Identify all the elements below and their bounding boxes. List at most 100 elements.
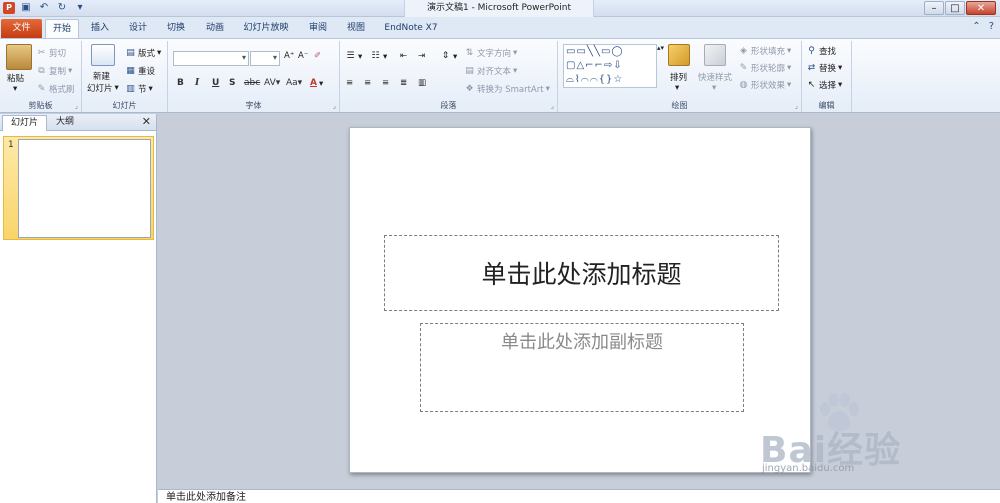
quick-styles-icon[interactable] xyxy=(704,44,726,66)
tab-review[interactable]: 审阅 xyxy=(302,19,334,38)
clipboard-launcher-icon[interactable]: ⌟ xyxy=(75,102,78,110)
strikethrough-button[interactable]: abc xyxy=(244,78,260,88)
change-case-button[interactable]: Aa▾ xyxy=(286,78,302,88)
format-painter-button[interactable]: ✎ 格式刷 xyxy=(36,83,75,96)
customize-qat-icon[interactable]: ▾ xyxy=(74,2,86,14)
tab-slideshow[interactable]: 幻灯片放映 xyxy=(238,19,294,38)
tab-home[interactable]: 开始 xyxy=(45,19,79,38)
font-launcher-icon[interactable]: ⌟ xyxy=(333,102,336,110)
paragraph-launcher-icon[interactable]: ⌟ xyxy=(551,102,554,110)
tab-transitions[interactable]: 切换 xyxy=(160,19,192,38)
redo-icon[interactable]: ↻ xyxy=(56,2,68,14)
tab-outline-panel[interactable]: 大纲 xyxy=(48,115,82,131)
group-editing: ⚲ 查找 ⇄ 替换 ▾ ↖ 选择 ▾ 编辑 xyxy=(802,41,852,112)
convert-smartart-button[interactable]: ❖ 转换为 SmartArt ▾ xyxy=(464,83,549,96)
justify-icon[interactable]: ≣ xyxy=(400,78,407,88)
undo-icon[interactable]: ↶ xyxy=(38,2,50,14)
shapes-gallery-more[interactable]: ▴▾ xyxy=(657,44,664,52)
italic-button[interactable]: I xyxy=(195,78,199,88)
quick-access-toolbar: ▣ ↶ ↻ ▾ xyxy=(20,2,86,14)
slide-thumbnail-row[interactable]: 1 xyxy=(3,136,154,240)
title-placeholder[interactable]: 单击此处添加标题 xyxy=(384,235,779,311)
layout-button[interactable]: ▤ 版式 ▾ xyxy=(125,47,161,60)
copy-button[interactable]: ⧉ 复制 ▾ xyxy=(36,65,72,78)
paste-button[interactable]: 粘贴 xyxy=(7,72,24,84)
tab-slides-panel[interactable]: 幻灯片 xyxy=(2,115,48,131)
slide-thumbnail[interactable] xyxy=(18,139,151,238)
notes-pane[interactable]: 单击此处添加备注 xyxy=(158,489,1000,503)
binoculars-icon: ⚲ xyxy=(808,45,815,56)
numbering-icon: ☷ xyxy=(371,51,380,61)
window-controls: – □ ✕ xyxy=(924,1,996,15)
grow-font-icon[interactable]: A⁺ xyxy=(284,51,294,61)
shadow-button[interactable]: S xyxy=(229,78,235,88)
close-button[interactable]: ✕ xyxy=(966,1,996,15)
bullets-icon: ☰ xyxy=(346,51,355,61)
bullets-button[interactable]: ☰ ▾ xyxy=(345,51,362,62)
replace-button[interactable]: ⇄ 替换 ▾ xyxy=(806,62,843,75)
font-color-dropdown[interactable]: ▾ xyxy=(319,79,323,89)
arrange-dropdown[interactable]: ▾ xyxy=(675,83,679,93)
increase-indent-icon[interactable]: ⇥ xyxy=(418,51,425,61)
tab-design[interactable]: 设计 xyxy=(122,19,154,38)
minimize-button[interactable]: – xyxy=(924,1,944,15)
clear-formatting-icon[interactable]: ✐ xyxy=(314,51,321,61)
slide[interactable]: 单击此处添加标题 单击此处添加副标题 xyxy=(349,127,811,473)
font-family-select[interactable] xyxy=(173,51,249,66)
tab-animations[interactable]: 动画 xyxy=(198,19,232,38)
numbering-button[interactable]: ☷ ▾ xyxy=(370,51,387,62)
bold-button[interactable]: B xyxy=(177,78,184,88)
slide-number: 1 xyxy=(8,140,14,150)
quick-styles-button[interactable]: 快速样式 xyxy=(698,71,732,83)
arrange-button[interactable]: 排列 xyxy=(670,71,687,83)
tab-file[interactable]: 文件 xyxy=(1,19,42,38)
decrease-indent-icon[interactable]: ⇤ xyxy=(400,51,407,61)
section-button[interactable]: ▥ 节 ▾ xyxy=(125,83,153,96)
line-spacing-button[interactable]: ⇕ ▾ xyxy=(440,51,458,62)
underline-button[interactable]: U xyxy=(212,78,219,88)
tab-view[interactable]: 视图 xyxy=(340,19,372,38)
find-button[interactable]: ⚲ 查找 xyxy=(806,45,836,58)
tab-insert[interactable]: 插入 xyxy=(84,19,116,38)
paste-icon[interactable] xyxy=(6,44,32,70)
reset-icon: ▦ xyxy=(126,65,135,76)
align-right-icon[interactable]: ≡ xyxy=(382,78,389,88)
ribbon: 粘贴 ▾ ✂ 剪切 ⧉ 复制 ▾ ✎ 格式刷 剪贴板 ⌟ 新建 幻灯片 ▾ ▤ 版式 ▾ ▦ 重… xyxy=(0,38,1000,113)
scissors-icon: ✂ xyxy=(37,47,46,58)
tab-endnote[interactable]: EndNote X7 xyxy=(378,19,444,38)
paste-dropdown-icon[interactable]: ▾ xyxy=(13,84,17,94)
cut-button[interactable]: ✂ 剪切 xyxy=(36,47,66,60)
select-button[interactable]: ↖ 选择 ▾ xyxy=(806,79,843,92)
columns-icon[interactable]: ▥ xyxy=(418,78,426,88)
shape-outline-button[interactable]: ✎ 形状轮廓 ▾ xyxy=(738,62,792,75)
shape-fill-button[interactable]: ◈ 形状填充 ▾ xyxy=(738,45,791,58)
shrink-font-icon[interactable]: A⁻ xyxy=(298,51,308,61)
font-size-select[interactable] xyxy=(250,51,280,66)
new-slide-dropdown[interactable]: 幻灯片 ▾ xyxy=(87,82,119,94)
align-text-button[interactable]: ▤ 对齐文本 ▾ xyxy=(464,65,517,78)
new-slide-button[interactable]: 新建 xyxy=(93,70,110,82)
align-center-icon[interactable]: ≡ xyxy=(364,78,371,88)
group-font: A⁺ A⁻ ✐ B I U S abc AV▾ Aa▾ A ▾ 字体 ⌟ xyxy=(168,41,340,112)
collapse-ribbon-icon[interactable]: ⌃ xyxy=(972,21,980,32)
drawing-launcher-icon[interactable]: ⌟ xyxy=(795,102,798,110)
shapes-gallery[interactable]: ▭▭╲╲▭◯ ▢△⌐⌐⇨⇩ ⌓⌇⌒⌒{}☆ xyxy=(563,44,657,88)
help-icon[interactable]: ? xyxy=(989,21,994,32)
arrange-icon[interactable] xyxy=(668,44,690,66)
new-slide-icon[interactable] xyxy=(91,44,115,66)
shape-effects-button[interactable]: ◍ 形状效果 ▾ xyxy=(738,79,792,92)
font-color-button[interactable]: A xyxy=(310,78,317,88)
group-label-font: 字体 xyxy=(245,101,262,110)
save-icon[interactable]: ▣ xyxy=(20,2,32,14)
maximize-button[interactable]: □ xyxy=(945,1,965,15)
layout-icon: ▤ xyxy=(126,47,135,58)
quick-styles-dropdown[interactable]: ▾ xyxy=(712,83,716,93)
reset-button[interactable]: ▦ 重设 xyxy=(125,65,155,78)
shapes-row-3: ⌓⌇⌒⌒{}☆ xyxy=(566,74,624,85)
character-spacing-button[interactable]: AV▾ xyxy=(264,78,280,88)
align-left-icon[interactable]: ≡ xyxy=(346,78,353,88)
powerpoint-app-icon[interactable]: P xyxy=(3,2,15,14)
close-panel-icon[interactable]: ✕ xyxy=(142,115,151,128)
text-direction-button[interactable]: ⇅ 文字方向 ▾ xyxy=(464,47,518,60)
subtitle-placeholder[interactable]: 单击此处添加副标题 xyxy=(420,323,744,412)
